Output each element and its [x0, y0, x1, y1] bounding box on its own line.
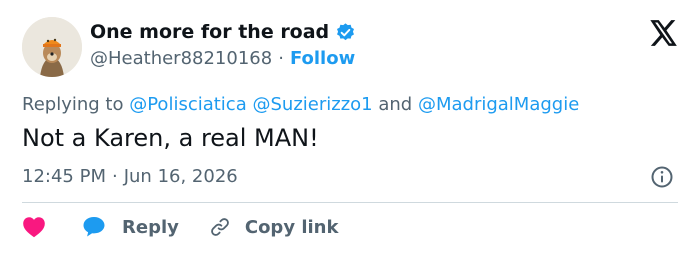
- x-logo-icon[interactable]: [650, 20, 678, 46]
- divider: [22, 202, 678, 203]
- tweet-text: Not a Karen, a real MAN!: [22, 124, 319, 152]
- link-icon: [211, 218, 229, 236]
- like-button[interactable]: [22, 216, 46, 238]
- avatar[interactable]: [22, 17, 82, 77]
- reply-context: Replying to @Polisciatica @Suzierizzo1 a…: [22, 94, 579, 115]
- reply-label: Reply: [122, 216, 179, 238]
- mention-link[interactable]: @Suzierizzo1: [252, 94, 372, 115]
- tweet-timestamp[interactable]: 12:45 PM · Jun 16, 2026: [22, 166, 238, 187]
- tweet-date: Jun 16, 2026: [123, 166, 238, 187]
- handle-separator: ·: [278, 48, 284, 69]
- avatar-image: [22, 17, 82, 77]
- user-handle[interactable]: @Heather88210168: [90, 48, 272, 69]
- display-name[interactable]: One more for the road: [90, 21, 329, 43]
- action-bar: Reply Copy link: [22, 216, 338, 238]
- tweet-time: 12:45 PM: [22, 166, 106, 187]
- heart-icon: [23, 217, 45, 238]
- reply-button[interactable]: Reply: [82, 216, 179, 238]
- copy-link-button[interactable]: Copy link: [209, 216, 339, 238]
- handle-row: @Heather88210168 · Follow: [90, 48, 355, 69]
- follow-button[interactable]: Follow: [290, 48, 355, 69]
- info-icon[interactable]: [650, 165, 674, 189]
- reply-context-conjunction: and: [378, 94, 413, 115]
- mention-link[interactable]: @MadrigalMaggie: [418, 94, 579, 115]
- reply-context-prefix: Replying to: [22, 94, 124, 115]
- name-row: One more for the road: [90, 21, 356, 43]
- tweet-card: One more for the road @Heather88210168 ·…: [0, 0, 700, 256]
- mention-link[interactable]: @Polisciatica: [129, 94, 247, 115]
- timestamp-separator: ·: [111, 166, 118, 187]
- copy-link-label: Copy link: [244, 216, 339, 238]
- reply-bubble-icon: [83, 217, 105, 237]
- verified-badge-icon: [335, 22, 356, 43]
